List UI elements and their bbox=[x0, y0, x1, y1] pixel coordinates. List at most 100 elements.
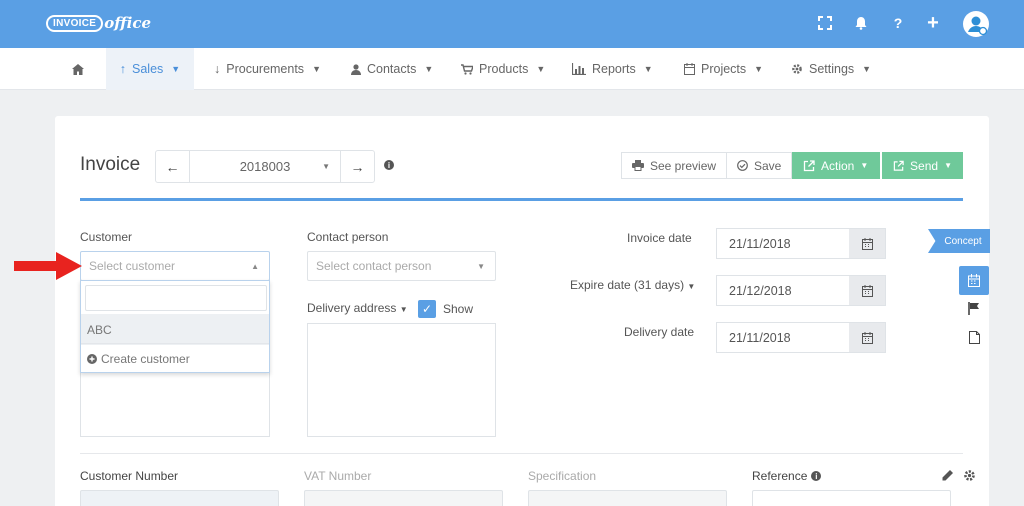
user-icon bbox=[351, 63, 361, 75]
show-checkbox[interactable]: ✓ bbox=[418, 300, 436, 318]
help-icon[interactable]: ? bbox=[889, 14, 907, 32]
top-bar: INVOICE office ? + bbox=[0, 0, 1024, 48]
vat-number-input[interactable] bbox=[304, 490, 503, 506]
delivery-date-field[interactable]: 21/11/2018 bbox=[716, 322, 886, 353]
caret-up-icon: ▲ bbox=[251, 261, 259, 271]
action-button[interactable]: Action ▼ bbox=[792, 152, 880, 179]
customer-number-label: Customer Number bbox=[80, 469, 179, 483]
specification-input[interactable] bbox=[528, 490, 727, 506]
calendar-icon[interactable] bbox=[849, 323, 885, 352]
chevron-down-icon: ▼ bbox=[643, 64, 653, 74]
expire-date-toggle[interactable]: Expire date (31 days) ▼ bbox=[570, 278, 695, 292]
delivery-address-label: Delivery address bbox=[307, 301, 397, 315]
nav-products-label: Products bbox=[479, 62, 529, 76]
invoice-number: 2018003 bbox=[239, 159, 291, 174]
chevron-down-icon: ▼ bbox=[536, 64, 546, 74]
expire-date-field[interactable]: 21/12/2018 bbox=[716, 275, 886, 306]
nav-products[interactable]: Products ▼ bbox=[461, 48, 545, 90]
chevron-down-icon: ▼ bbox=[312, 64, 321, 74]
reference-input[interactable] bbox=[752, 490, 951, 506]
gear-icon bbox=[792, 64, 802, 74]
invoice-date-value: 21/11/2018 bbox=[729, 236, 791, 251]
nav-sales-label: Sales bbox=[132, 62, 164, 76]
bar-chart-icon bbox=[572, 63, 586, 75]
plus-icon[interactable]: + bbox=[924, 12, 942, 34]
expire-date-value: 21/12/2018 bbox=[729, 283, 792, 298]
caret-down-icon: ▼ bbox=[687, 282, 696, 291]
nav-contacts-label: Contacts bbox=[367, 62, 417, 76]
calendar-icon bbox=[968, 274, 980, 287]
info-icon[interactable]: i bbox=[811, 471, 822, 481]
specification-label: Specification bbox=[528, 469, 597, 483]
nav-reports-label: Reports bbox=[592, 62, 636, 76]
invoice-number-select[interactable]: 2018003 ▼ bbox=[190, 151, 340, 182]
contact-person-label: Contact person bbox=[307, 230, 389, 244]
calendar-icon[interactable] bbox=[849, 276, 885, 305]
user-avatar-icon[interactable] bbox=[963, 11, 989, 37]
gear-icon[interactable] bbox=[962, 468, 976, 482]
see-preview-label: See preview bbox=[650, 158, 717, 173]
contact-person-select[interactable]: Select contact person ▼ bbox=[307, 251, 496, 281]
external-link-icon bbox=[893, 160, 904, 171]
delivery-date-value: 21/11/2018 bbox=[729, 330, 791, 345]
plus-circle-icon bbox=[87, 354, 97, 364]
reference-label: Reference bbox=[752, 469, 808, 483]
previous-arrow-icon[interactable]: ← bbox=[156, 151, 190, 182]
invoice-date-label: Invoice date bbox=[627, 231, 692, 245]
nav-projects-label: Projects bbox=[701, 62, 747, 76]
nav-projects[interactable]: Projects ▼ bbox=[684, 48, 763, 90]
main-nav: ↑ Sales ▼ ↓ Procurements ▼ Contacts ▼ Pr… bbox=[0, 48, 1024, 90]
see-preview-button[interactable]: See preview bbox=[621, 152, 728, 179]
delivery-address-toggle[interactable]: Delivery address ▼ bbox=[307, 301, 408, 315]
next-arrow-icon[interactable]: → bbox=[340, 151, 374, 182]
customer-dropdown: ABC Create customer bbox=[80, 280, 270, 373]
customer-option-abc[interactable]: ABC bbox=[81, 314, 269, 345]
show-label: Show bbox=[443, 302, 474, 316]
delivery-address-textarea[interactable] bbox=[307, 323, 496, 437]
nav-procurements[interactable]: ↓ Procurements ▼ bbox=[214, 48, 321, 90]
nav-sales[interactable]: ↑ Sales ▼ bbox=[106, 48, 194, 90]
caret-down-icon: ▼ bbox=[477, 261, 485, 271]
customer-number-input[interactable] bbox=[80, 490, 279, 506]
caret-down-icon: ▼ bbox=[399, 305, 408, 314]
customer-label: Customer bbox=[80, 230, 133, 244]
section-divider bbox=[80, 453, 963, 454]
document-icon[interactable] bbox=[967, 330, 981, 344]
nav-reports[interactable]: Reports ▼ bbox=[572, 48, 653, 90]
customer-select[interactable]: Select customer ▲ bbox=[80, 251, 270, 281]
flag-icon[interactable] bbox=[967, 301, 981, 315]
fullscreen-icon[interactable] bbox=[816, 14, 834, 32]
home-icon[interactable] bbox=[66, 48, 90, 90]
bell-icon[interactable] bbox=[852, 14, 870, 32]
invoice-number-selector: ← 2018003 ▼ → bbox=[155, 150, 375, 183]
pencil-icon[interactable] bbox=[940, 468, 954, 482]
save-label: Save bbox=[754, 158, 782, 173]
reference-label-group: Reference i bbox=[752, 469, 822, 483]
customer-placeholder: Select customer bbox=[89, 259, 176, 273]
logo-badge: INVOICE bbox=[46, 14, 104, 32]
expire-date-label: Expire date (31 days) bbox=[570, 278, 685, 292]
calendar-icon[interactable] bbox=[849, 229, 885, 258]
send-label: Send bbox=[910, 158, 939, 173]
save-button[interactable]: Save bbox=[727, 152, 793, 179]
status-tag: Concept bbox=[928, 229, 990, 253]
invoiceoffice-logo[interactable]: INVOICE office bbox=[46, 12, 151, 34]
nav-contacts[interactable]: Contacts ▼ bbox=[351, 48, 433, 90]
nav-settings[interactable]: Settings ▼ bbox=[791, 48, 871, 90]
create-customer-button[interactable]: Create customer bbox=[81, 343, 269, 374]
chevron-down-icon: ▼ bbox=[424, 64, 434, 74]
send-button[interactable]: Send ▼ bbox=[882, 152, 963, 179]
invoice-date-field[interactable]: 21/11/2018 bbox=[716, 228, 886, 259]
delivery-date-label: Delivery date bbox=[624, 325, 695, 339]
contact-person-placeholder: Select contact person bbox=[316, 259, 432, 273]
customer-address-box bbox=[80, 370, 270, 437]
info-icon[interactable]: i bbox=[384, 160, 394, 170]
calendar-tool-button[interactable] bbox=[959, 266, 989, 295]
nav-settings-label: Settings bbox=[809, 62, 855, 76]
customer-search-input[interactable] bbox=[85, 285, 267, 311]
print-icon bbox=[632, 160, 644, 171]
nav-procurements-label: Procurements bbox=[226, 62, 305, 76]
create-customer-label: Create customer bbox=[101, 352, 190, 366]
cart-icon bbox=[461, 63, 473, 75]
chevron-down-icon: ▼ bbox=[862, 64, 872, 74]
